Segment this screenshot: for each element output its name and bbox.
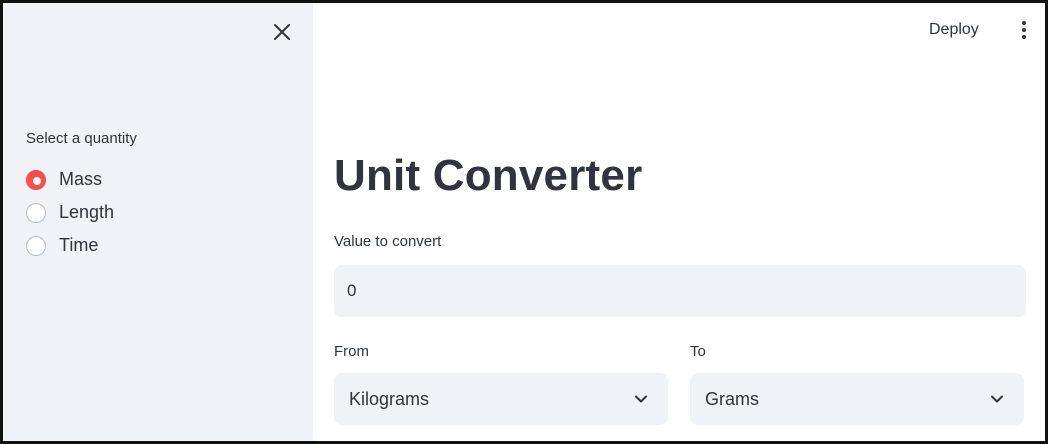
chevron-down-icon [991,395,1003,403]
to-unit-value: Grams [705,388,759,409]
radio-option-label: Time [59,235,99,255]
page-title: Unit Converter [334,151,643,200]
to-select-label: To [690,343,706,360]
radio-option-mass[interactable]: Mass [26,163,114,196]
value-input-label: Value to convert [334,233,442,250]
quantity-radio-group: Mass Length Time [26,163,114,262]
quantity-radio-label: Select a quantity [26,130,137,147]
radio-button-checked[interactable] [26,169,46,190]
chevron-down-icon [635,395,647,403]
radio-option-time[interactable]: Time [26,229,114,262]
deploy-button[interactable]: Deploy [925,19,983,41]
radio-button[interactable] [26,202,46,223]
app-window: Select a quantity Mass Length Time Deplo… [0,0,1048,444]
radio-option-length[interactable]: Length [26,196,114,229]
from-unit-value: Kilograms [349,388,430,409]
main-menu-button[interactable] [1013,17,1035,43]
close-sidebar-button[interactable] [269,19,295,45]
radio-option-label: Length [59,202,115,222]
close-icon [274,24,290,40]
radio-button[interactable] [26,235,46,256]
to-unit-select[interactable]: Grams [690,373,1024,425]
sidebar: Select a quantity Mass Length Time [3,3,313,441]
radio-option-label: Mass [59,169,103,189]
from-unit-select[interactable]: Kilograms [334,373,668,425]
kebab-menu-icon [1022,21,1026,25]
value-input[interactable] [334,265,1026,317]
from-select-label: From [334,343,369,360]
